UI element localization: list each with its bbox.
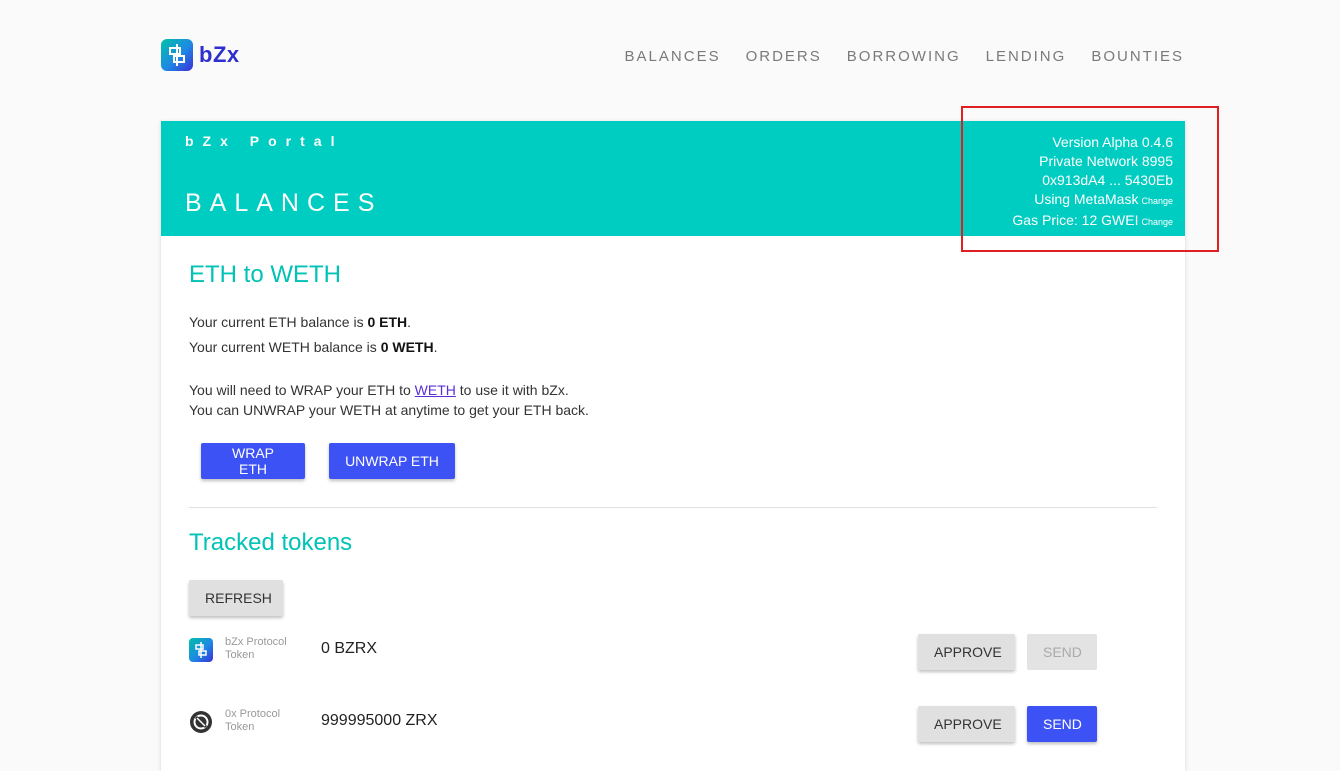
eth-balance-line: Your current ETH balance is 0 ETH. xyxy=(189,314,412,330)
token-amount: 0 BZRX xyxy=(321,640,378,657)
wrap-eth-button[interactable]: WRAP ETH xyxy=(201,443,305,479)
send-button[interactable]: SEND xyxy=(1027,706,1097,742)
bzx-logo-icon xyxy=(161,39,193,71)
approve-button[interactable]: APPROVE xyxy=(918,706,1015,742)
logo-text: bZx xyxy=(199,42,240,67)
unwrap-eth-button[interactable]: UNWRAP ETH xyxy=(329,443,455,479)
bzx-logo[interactable]: bZx xyxy=(161,39,240,71)
page-title: BALANCES xyxy=(185,189,383,217)
portal-label: bZx Portal xyxy=(185,133,344,149)
wrap-note-prefix: You will need to WRAP your ETH to xyxy=(189,382,415,398)
token-name: 0x Protocol Token xyxy=(225,708,281,733)
nav-balances[interactable]: BALANCES xyxy=(625,48,721,65)
nav-orders[interactable]: ORDERS xyxy=(746,48,822,65)
eth-balance-label: Your current ETH balance is xyxy=(189,314,368,330)
token-amount: 999995000 ZRX xyxy=(321,712,438,729)
annotation-highlight-box xyxy=(961,106,1219,252)
weth-balance-label: Your current WETH balance is xyxy=(189,339,381,355)
refresh-button[interactable]: REFRESH xyxy=(189,580,283,616)
send-button[interactable]: SEND xyxy=(1027,634,1097,670)
top-nav: BALANCES ORDERS BORROWING LENDING BOUNTI… xyxy=(625,48,1184,65)
wrap-note-suffix: to use it with bZx. xyxy=(455,382,569,398)
weth-balance-value: 0 WETH xyxy=(380,339,434,355)
token-row: bZx Protocol Token 0 BZRX APPROVE SEND xyxy=(189,632,1157,672)
nav-borrowing[interactable]: BORROWING xyxy=(847,48,961,65)
unwrap-note: You can UNWRAP your WETH at anytime to g… xyxy=(189,402,589,418)
token-name: bZx Protocol Token xyxy=(225,636,287,661)
tracked-tokens-title: Tracked tokens xyxy=(189,529,353,556)
eth-balance-value: 0 ETH xyxy=(367,314,408,330)
wrap-note: You will need to WRAP your ETH to WETH t… xyxy=(189,382,569,398)
approve-button[interactable]: APPROVE xyxy=(918,634,1015,670)
zrx-token-icon xyxy=(189,710,213,734)
token-row: 0x Protocol Token 999995000 ZRX APPROVE … xyxy=(189,704,1157,744)
weth-link[interactable]: WETH xyxy=(415,382,456,398)
bzx-token-icon xyxy=(189,638,213,662)
section-divider xyxy=(189,507,1157,508)
eth-to-weth-title: ETH to WETH xyxy=(189,261,342,288)
nav-bounties[interactable]: BOUNTIES xyxy=(1091,48,1184,65)
weth-balance-line: Your current WETH balance is 0 WETH. xyxy=(189,339,438,355)
nav-lending[interactable]: LENDING xyxy=(986,48,1067,65)
